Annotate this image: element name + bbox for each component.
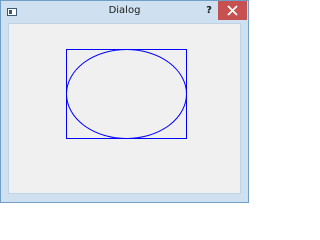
title-bar[interactable]: Dialog ? (1, 1, 248, 22)
bounding-rectangle (66, 49, 187, 139)
close-button[interactable] (218, 1, 247, 20)
dialog-window: Dialog ? (0, 0, 249, 203)
close-icon (227, 5, 238, 16)
drawing-canvas (66, 49, 187, 139)
dialog-client-area (8, 23, 241, 194)
ellipse-shape (66, 49, 187, 139)
help-button[interactable]: ? (200, 2, 218, 19)
